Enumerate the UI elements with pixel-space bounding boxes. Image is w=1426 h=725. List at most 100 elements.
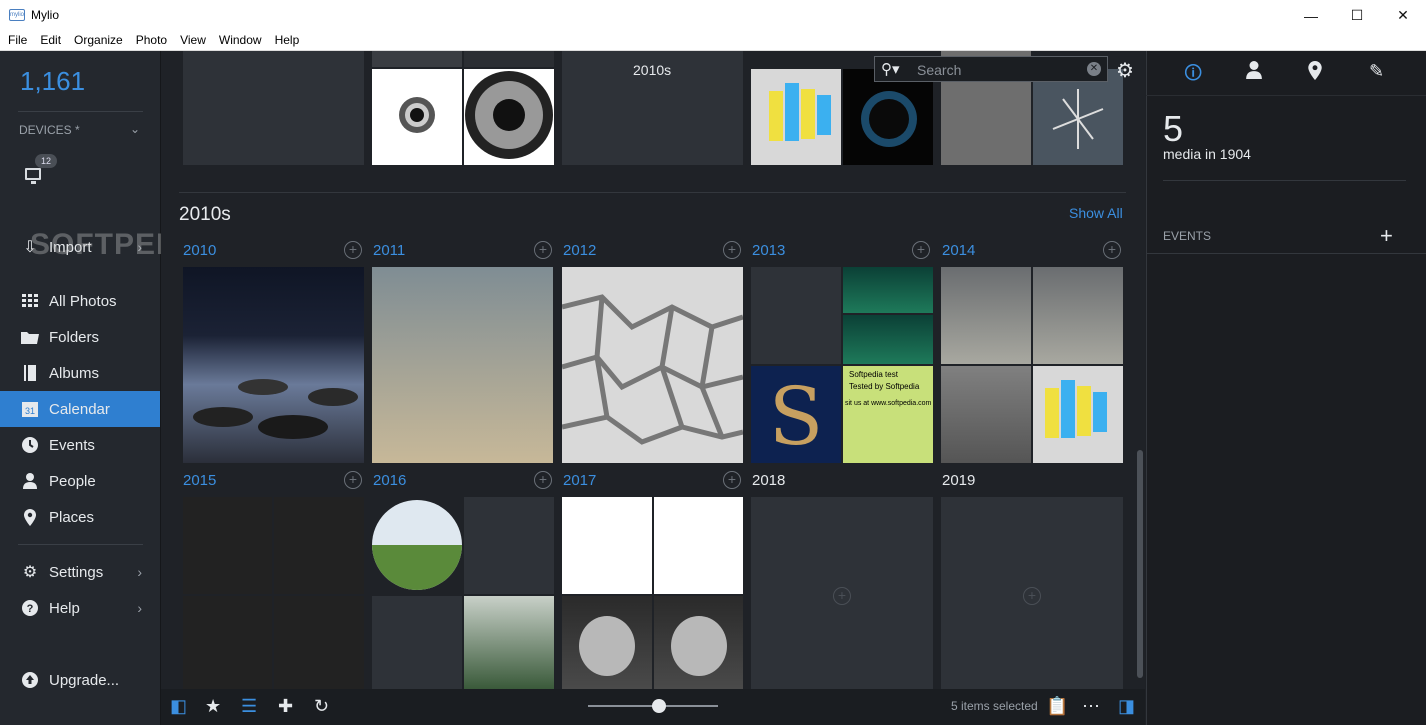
menu-edit[interactable]: Edit (40, 31, 61, 50)
add-event-icon[interactable]: + (1380, 223, 1393, 249)
sidebar-item-all-photos[interactable]: All Photos (0, 283, 160, 319)
devices-label[interactable]: DEVICES * (19, 123, 80, 137)
sculpture-photo-tile[interactable] (654, 596, 743, 689)
year-label-2012[interactable]: 2012 (563, 242, 596, 259)
band-photo-tile[interactable] (274, 497, 364, 594)
add-icon[interactable]: + (344, 241, 362, 259)
add-icon[interactable]: + (534, 241, 552, 259)
year-label-2010[interactable]: 2010 (183, 242, 216, 259)
band-photo-tile[interactable] (274, 596, 364, 689)
add-icon[interactable]: + (1103, 241, 1121, 259)
empty-year-tile[interactable]: + (751, 497, 933, 689)
forest-photo-tile[interactable] (843, 315, 933, 364)
show-all-link[interactable]: Show All (1069, 205, 1123, 221)
document-photo-tile[interactable] (654, 497, 743, 594)
add-icon[interactable]: + (912, 241, 930, 259)
zoom-slider-handle[interactable] (652, 699, 666, 713)
sync-icon[interactable]: ↻ (314, 696, 329, 717)
photo-tile[interactable] (464, 51, 554, 67)
menu-file[interactable]: File (8, 31, 27, 50)
search-input[interactable]: ⚲▾ Search ✕ (874, 56, 1108, 82)
band-photo-tile[interactable] (183, 596, 272, 689)
cubes-photo-tile[interactable] (1033, 366, 1123, 463)
add-icon[interactable]: + (344, 471, 362, 489)
menu-help[interactable]: Help (275, 31, 300, 50)
clipboard-icon[interactable]: 📋 (1046, 696, 1068, 717)
cubes-photo-tile[interactable] (751, 69, 841, 165)
sidebar-item-settings[interactable]: ⚙ Settings › (0, 554, 160, 590)
street-photo-tile[interactable] (1033, 267, 1123, 364)
misty-forest-photo-tile[interactable] (464, 596, 554, 689)
add-icon[interactable]: + (534, 471, 552, 489)
photo-tile-placeholder[interactable] (751, 267, 841, 364)
add-icon[interactable]: ✚ (278, 696, 293, 717)
menu-photo[interactable]: Photo (136, 31, 167, 50)
photo-tile-placeholder[interactable] (183, 51, 364, 165)
sidebar-item-calendar[interactable]: 31 Calendar (0, 391, 160, 427)
eye-photo-tile[interactable] (464, 69, 554, 165)
year-label-2018[interactable]: 2018 (752, 472, 785, 489)
location-tab-icon[interactable] (1308, 61, 1322, 85)
sort-icon[interactable]: ☰ (241, 696, 257, 717)
sidebar-item-places[interactable]: Places (0, 499, 160, 535)
year-label-2014[interactable]: 2014 (942, 242, 975, 259)
softpedia-test-photo-tile[interactable]: Softpedia test Tested by Softpedia sit u… (843, 366, 933, 463)
photo-tile-placeholder[interactable] (372, 596, 462, 689)
vertical-scrollbar[interactable] (1137, 450, 1143, 678)
band-photo-tile[interactable] (183, 497, 272, 594)
forest-photo-tile[interactable] (843, 267, 933, 313)
gradient-photo-tile[interactable] (372, 267, 553, 463)
menu-view[interactable]: View (180, 31, 206, 50)
menu-window[interactable]: Window (219, 31, 262, 50)
edit-tab-icon[interactable]: ✎ (1369, 61, 1384, 82)
photo-tile[interactable] (372, 51, 462, 67)
cells-photo-tile[interactable] (562, 267, 743, 463)
sculpture-photo-tile[interactable] (562, 596, 652, 689)
star-icon[interactable]: ★ (205, 696, 221, 717)
monitor-icon[interactable] (25, 168, 41, 184)
dunes-photo-tile[interactable] (183, 267, 364, 463)
photo-tile-placeholder[interactable] (464, 497, 554, 594)
add-icon[interactable]: + (723, 471, 741, 489)
section-divider (179, 192, 1126, 193)
info-tab-icon[interactable]: 🛈 (1184, 61, 1202, 91)
close-button[interactable]: ✕ (1380, 0, 1426, 31)
sidebar-item-help[interactable]: ? Help › (0, 590, 160, 626)
year-label-2016[interactable]: 2016 (373, 472, 406, 489)
sidebar-item-folders[interactable]: Folders (0, 319, 160, 355)
person-tab-icon[interactable] (1246, 61, 1262, 84)
year-label-2011[interactable]: 2011 (373, 242, 405, 259)
sphere-photo-tile[interactable] (843, 69, 933, 165)
street-photo-tile[interactable] (941, 267, 1031, 364)
clear-search-icon[interactable]: ✕ (1087, 62, 1101, 76)
year-label-2015[interactable]: 2015 (183, 472, 216, 489)
settings-gear-icon[interactable]: ⚙ (1116, 58, 1134, 83)
add-icon[interactable]: + (723, 241, 741, 259)
sidebar-item-people[interactable]: People (0, 463, 160, 499)
menu-organize[interactable]: Organize (74, 31, 123, 50)
thorns-photo-tile[interactable] (1033, 69, 1123, 165)
divider (18, 111, 143, 112)
more-icon[interactable]: ⋯ (1082, 696, 1100, 717)
sidebar-item-events[interactable]: Events (0, 427, 160, 463)
toggle-sidebar-icon[interactable]: ◧ (170, 696, 187, 717)
empty-year-tile[interactable]: + (941, 497, 1123, 689)
toggle-info-panel-icon[interactable]: ◨ (1118, 696, 1135, 717)
chevron-down-icon[interactable]: ⌄ (130, 122, 140, 136)
softpedia-s-photo-tile[interactable]: S (751, 366, 841, 463)
year-label-2019[interactable]: 2019 (942, 472, 975, 489)
upgrade-button[interactable]: Upgrade... (0, 662, 160, 698)
year-label-2017[interactable]: 2017 (563, 472, 596, 489)
search-icon[interactable]: ⚲▾ (881, 60, 900, 78)
title-bar: mylio Mylio — ☐ ✕ (0, 0, 1426, 31)
maximize-button[interactable]: ☐ (1334, 0, 1380, 31)
document-photo-tile[interactable] (562, 497, 652, 594)
year-label-2013[interactable]: 2013 (752, 242, 785, 259)
eye-photo-tile[interactable] (372, 69, 462, 165)
add-icon[interactable]: + (833, 587, 851, 605)
parking-photo-tile[interactable] (941, 366, 1031, 463)
add-icon[interactable]: + (1023, 587, 1041, 605)
sidebar-item-albums[interactable]: Albums (0, 355, 160, 391)
fisheye-photo-tile[interactable] (372, 497, 462, 594)
minimize-button[interactable]: — (1288, 0, 1334, 31)
